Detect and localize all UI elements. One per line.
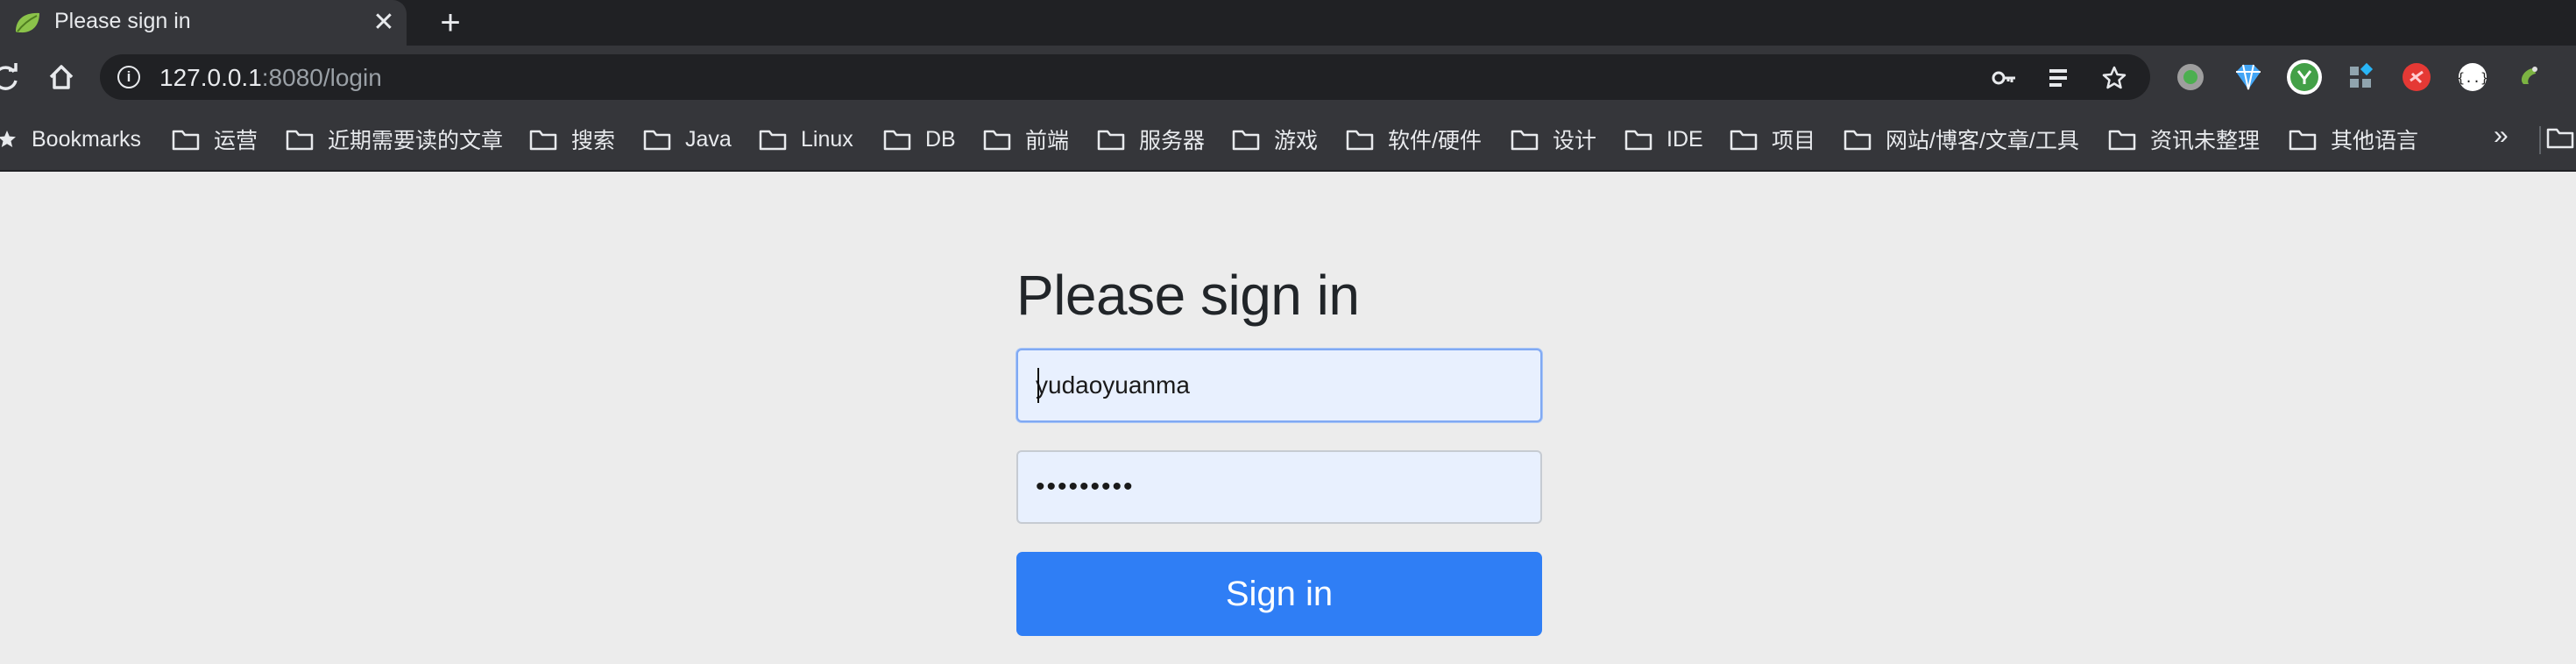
bookmark-label: 服务器 [1139,129,1206,153]
folder-icon [759,130,787,151]
address-url[interactable]: 127.0.0.1:8080/login [159,64,382,92]
page-title: Please sign in [1016,264,1360,327]
bookmark-label: Linux [801,126,853,152]
bookmark-label: IDE [1667,126,1703,152]
folder-icon [643,130,671,151]
bookmark-folder[interactable]: 资讯未整理 [2108,124,2260,154]
folder-icon [1346,130,1374,151]
url-host: 127.0.0.1 [159,64,262,91]
folder-icon [172,130,200,151]
bookmark-label: Bookmarks [32,126,142,152]
bookmark-folder[interactable]: 设计 [1511,124,1596,154]
folder-icon [2289,130,2317,151]
bookmark-label: 设计 [1553,129,1597,153]
folder-icon [529,130,557,151]
sign-in-button[interactable]: Sign in [1016,552,1542,636]
bookmark-folder[interactable]: 项目 [1730,124,1815,154]
folder-icon [1844,130,1872,151]
site-info-icon[interactable]: i [117,66,140,88]
username-value: yudaoyuanma [1036,371,1190,399]
bookmarks-root[interactable]: Bookmarks [0,124,141,154]
bookmark-folder[interactable]: 软件/硬件 [1346,124,1482,154]
browser-toolbar: i 127.0.0.1:8080/login {..} [0,46,2576,109]
bookmark-label: 搜索 [571,129,616,153]
tab-close-icon[interactable]: ✕ [368,7,400,39]
bookmarks-overflow-icon[interactable]: » [2494,121,2509,151]
bookmarks-bar: Bookmarks 运营 近期需要读的文章 搜索 Java Linux DB 前… [0,109,2576,172]
bookmark-folder[interactable]: 服务器 [1097,124,1205,154]
bookmark-label: 项目 [1772,129,1816,153]
extension-json-icon[interactable]: {..} [2453,58,2492,96]
other-bookmarks-folder-icon[interactable] [2546,126,2574,149]
svg-text:{..}: {..} [2457,70,2488,86]
bookmark-folder[interactable]: Linux [759,124,853,154]
extension-green-badge-icon[interactable] [2285,58,2324,96]
bookmark-label: 软件/硬件 [1388,129,1482,153]
folder-icon [983,130,1011,151]
bookmark-label: 运营 [214,129,258,153]
password-input[interactable]: ••••••••• [1016,450,1542,524]
new-tab-icon[interactable]: + [433,5,468,40]
extension-red-circle-icon[interactable] [2397,58,2436,96]
reader-mode-icon[interactable] [2045,65,2071,91]
bookmark-label: 网站/博客/文章/工具 [1886,129,2079,153]
bookmark-folder[interactable]: 近期需要读的文章 [286,124,503,154]
folder-icon [1730,130,1758,151]
tab-active[interactable]: Please sign in ✕ [0,0,407,46]
bookmark-label: 游戏 [1274,129,1319,153]
folder-icon [1097,130,1125,151]
spring-leaf-icon [16,12,39,33]
address-bar[interactable]: i 127.0.0.1:8080/login [100,54,2150,100]
bookmark-label: 近期需要读的文章 [328,129,504,153]
bookmark-folder[interactable]: 其他语言 [2289,124,2418,154]
key-icon[interactable] [1991,65,2017,91]
bookmark-folder[interactable]: 前端 [983,124,1069,154]
url-path: :8080/login [261,64,382,91]
extension-plug-icon[interactable] [2509,58,2548,96]
home-icon[interactable] [44,60,79,95]
bookmark-folder[interactable]: 网站/博客/文章/工具 [1844,124,2079,154]
bookmark-folder[interactable]: 搜索 [529,124,615,154]
extension-gray-circle-icon[interactable] [2171,58,2210,96]
bookmark-label: Java [685,126,732,152]
bookmark-label: DB [925,126,956,152]
tab-strip: Please sign in ✕ + [0,0,2576,46]
bookmark-label: 前端 [1025,129,1070,153]
folder-icon [1232,130,1260,151]
folder-icon [286,130,314,151]
bookmark-folder[interactable]: DB [883,124,956,154]
extension-grid-icon[interactable] [2341,58,2380,96]
bookmark-folder[interactable]: IDE [1624,124,1703,154]
bookmark-folder[interactable]: 运营 [172,124,258,154]
bookmark-label: 其他语言 [2331,129,2419,153]
bookmarks-divider [2539,126,2541,154]
folder-icon [1624,130,1652,151]
tab-title: Please sign in [54,9,191,33]
star-icon [0,131,16,147]
extension-diamond-icon[interactable] [2229,58,2268,96]
folder-icon [1511,130,1539,151]
folder-icon [883,130,911,151]
bookmark-label: 资讯未整理 [2150,129,2261,153]
bookmark-folder[interactable]: 游戏 [1232,124,1318,154]
username-input[interactable]: yudaoyuanma [1016,349,1542,422]
password-value: ••••••••• [1036,472,1135,501]
folder-icon [2108,130,2136,151]
reload-icon[interactable] [0,60,23,95]
bookmark-star-icon[interactable] [2101,65,2127,91]
text-caret [1037,368,1039,403]
bookmark-folder[interactable]: Java [643,124,732,154]
